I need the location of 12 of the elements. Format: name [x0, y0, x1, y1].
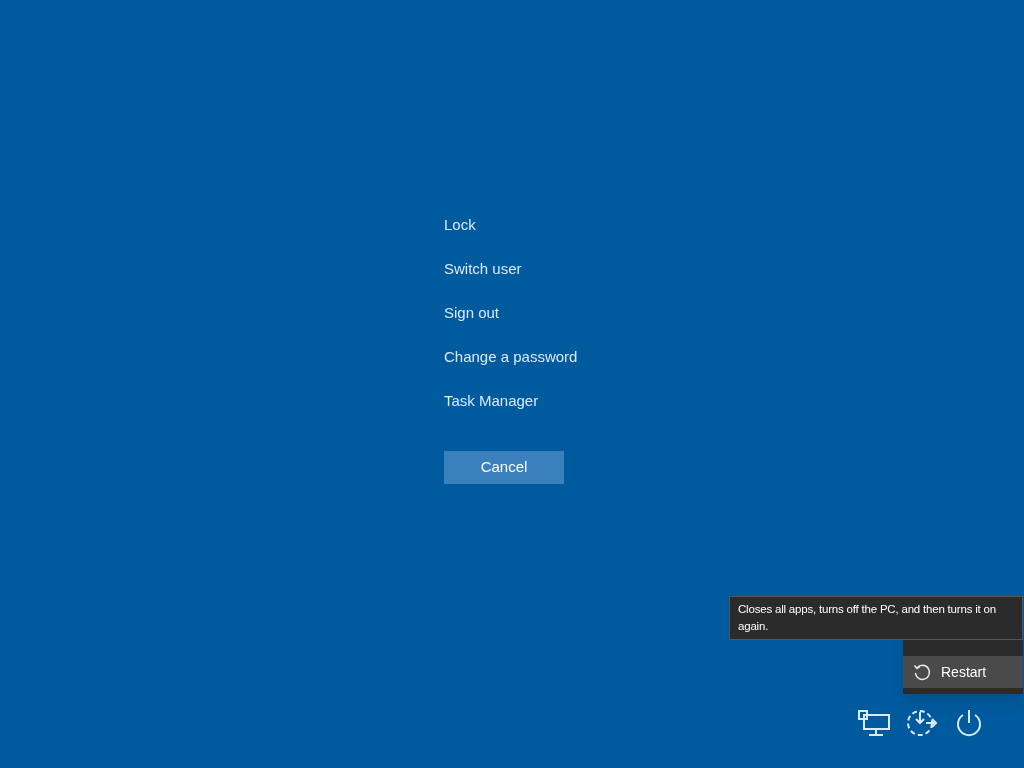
cancel-button[interactable]: Cancel [444, 451, 564, 484]
menu-link[interactable]: Sign out [444, 301, 500, 325]
tooltip: Closes all apps, turns off the PC, and then turns it on again. [729, 596, 1023, 640]
accessibility-icon[interactable] [906, 708, 938, 738]
network-icon[interactable] [858, 710, 890, 736]
menu-link[interactable]: Change a password [444, 345, 578, 369]
power-menu-item[interactable]: Restart [903, 656, 1023, 688]
menu-link[interactable]: Task Manager [444, 389, 539, 413]
menu-link[interactable]: Lock [444, 213, 476, 237]
power-icon[interactable] [954, 708, 984, 738]
restart-icon [913, 663, 931, 681]
menu-link[interactable]: Switch user [444, 257, 522, 281]
